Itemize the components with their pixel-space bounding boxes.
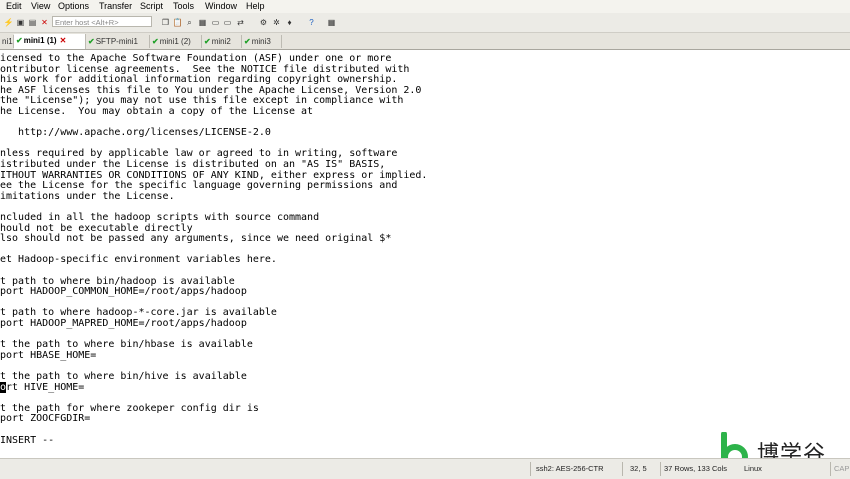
tab-ni1[interactable]: ni1 xyxy=(0,35,14,48)
check-icon: ✔ xyxy=(244,37,251,46)
disconnect-icon[interactable]: ✕ xyxy=(39,17,50,28)
toolbar-extra-icon[interactable]: ▦ xyxy=(326,17,337,28)
check-icon: ✔ xyxy=(152,37,159,46)
tab-label: mini2 xyxy=(211,37,231,46)
terminal-line: ncluded in all the hadoop scripts with s… xyxy=(0,212,320,223)
tab-label: SFTP-mini1 xyxy=(95,37,138,46)
menu-script[interactable]: Script xyxy=(140,1,163,11)
help-icon[interactable]: ? xyxy=(306,17,317,28)
status-cursor-position: 32, 5 xyxy=(630,464,647,473)
terminal-line: ontributor license agreements. See the N… xyxy=(0,63,410,75)
status-cipher: ssh2: AES-256-CTR xyxy=(536,464,604,473)
session-tab-bar: ni1 ✔mini1 (1) ✕ ✔SFTP-mini1 ✔mini1 (2) ✔… xyxy=(0,33,850,50)
print-icon[interactable]: ▦ xyxy=(197,17,208,28)
key-icon[interactable]: ♦ xyxy=(284,17,295,28)
terminal-line: nless required by applicable law or agre… xyxy=(0,148,398,160)
status-os: Linux xyxy=(744,464,762,473)
terminal-line: port HADOOP_MAPRED_HOME=/root/apps/hadoo… xyxy=(0,318,247,329)
tab-mini2[interactable]: ✔mini2 xyxy=(202,35,242,48)
terminal-line: the "License"); you may not use this fil… xyxy=(0,95,404,107)
menu-help[interactable]: Help xyxy=(246,1,265,11)
toolbar: ⚡ ▣ ▤ ✕ Enter host <Alt+R> ❐ 📋 ⌕ ▦ ▭ ▭ ⇄… xyxy=(0,13,850,33)
terminal-line: imitations under the License. xyxy=(0,190,175,202)
terminal-line: he ASF licenses this file to You under t… xyxy=(0,84,422,96)
tab-mini3[interactable]: ✔mini3 xyxy=(242,35,282,48)
terminal-cursor-line: ort HIVE_HOME= xyxy=(0,381,85,393)
connect-icon[interactable]: ⚡ xyxy=(3,17,14,28)
tab-label: mini1 (1) xyxy=(23,36,57,45)
terminal-line: t the path for where zookeper config dir… xyxy=(0,402,259,414)
global-options-icon[interactable]: ▭ xyxy=(222,17,233,28)
menu-view[interactable]: View xyxy=(31,1,50,11)
connect-tab-icon[interactable]: ▤ xyxy=(27,17,38,28)
status-divider xyxy=(660,462,661,476)
tab-label: mini1 (2) xyxy=(159,37,191,46)
session-options-icon[interactable]: ▭ xyxy=(210,17,221,28)
terminal-line: t the path to where bin/hive is availabl… xyxy=(0,371,247,382)
check-icon: ✔ xyxy=(88,37,95,46)
find-icon[interactable]: ⌕ xyxy=(184,17,195,28)
terminal-line: port HADOOP_COMMON_HOME=/root/apps/hadoo… xyxy=(0,286,247,298)
status-divider xyxy=(830,462,831,476)
terminal-line-rest: rt HIVE_HOME= xyxy=(6,381,85,393)
terminal-line: his work for additional information rega… xyxy=(0,74,398,86)
tab-label: ni1 xyxy=(2,37,13,46)
terminal-line: t path to where hadoop-*-core.jar is ava… xyxy=(0,307,277,319)
status-divider xyxy=(622,462,623,476)
terminal-line: he License. You may obtain a copy of the… xyxy=(0,106,314,117)
tab-label: mini3 xyxy=(251,37,271,46)
terminal-line: et Hadoop-specific environment variables… xyxy=(0,254,277,266)
terminal-line: port HBASE_HOME= xyxy=(0,349,97,361)
terminal-line: ITHOUT WARRANTIES OR CONDITIONS OF ANY K… xyxy=(0,169,428,181)
terminal-line: port ZOOCFGDIR= xyxy=(0,413,91,425)
status-divider xyxy=(530,462,531,476)
menu-window[interactable]: Window xyxy=(205,1,237,11)
keymap-icon[interactable]: ✲ xyxy=(271,17,282,28)
terminal-line: ee the License for the specific language… xyxy=(0,180,398,192)
menu-edit[interactable]: Edit xyxy=(6,1,22,11)
terminal-line: icensed to the Apache Software Foundatio… xyxy=(0,53,392,64)
tab-mini1-1[interactable]: ✔mini1 (1) ✕ xyxy=(14,34,86,49)
menu-transfer[interactable]: Transfer xyxy=(99,1,132,11)
terminal-line: http://www.apache.org/licenses/LICENSE-2… xyxy=(0,127,271,139)
tab-sftp-mini1[interactable]: ✔SFTP-mini1 xyxy=(86,35,150,48)
quick-connect-icon[interactable]: ▣ xyxy=(15,17,26,28)
copy-icon[interactable]: ❐ xyxy=(160,17,171,28)
close-icon[interactable]: ✕ xyxy=(60,36,67,45)
terminal-line: t the path to where bin/hbase is availab… xyxy=(0,339,253,351)
settings-icon[interactable]: ⚙ xyxy=(258,17,269,28)
tab-mini1-2[interactable]: ✔mini1 (2) xyxy=(150,35,202,48)
menu-options[interactable]: Options xyxy=(58,1,89,11)
menu-tools[interactable]: Tools xyxy=(173,1,194,11)
check-icon: ✔ xyxy=(16,36,23,45)
status-terminal-size: 37 Rows, 133 Cols xyxy=(664,464,727,473)
paste-icon[interactable]: 📋 xyxy=(172,17,183,28)
terminal-view[interactable]: icensed to the Apache Software Foundatio… xyxy=(0,50,850,456)
status-bar: ssh2: AES-256-CTR 32, 5 37 Rows, 133 Col… xyxy=(0,458,850,479)
terminal-line: t path to where bin/hadoop is available xyxy=(0,275,235,287)
vim-mode-indicator: INSERT -- xyxy=(0,434,55,446)
sftp-icon[interactable]: ⇄ xyxy=(235,17,246,28)
terminal-line: hould not be executable directly xyxy=(0,222,193,234)
terminal-line: lso should not be passed any arguments, … xyxy=(0,233,392,245)
menu-bar: Edit View Options Transfer Script Tools … xyxy=(0,0,850,13)
host-input[interactable]: Enter host <Alt+R> xyxy=(52,16,152,27)
terminal-line: istributed under the License is distribu… xyxy=(0,159,386,170)
check-icon: ✔ xyxy=(204,37,211,46)
status-caps: CAP xyxy=(834,464,850,473)
